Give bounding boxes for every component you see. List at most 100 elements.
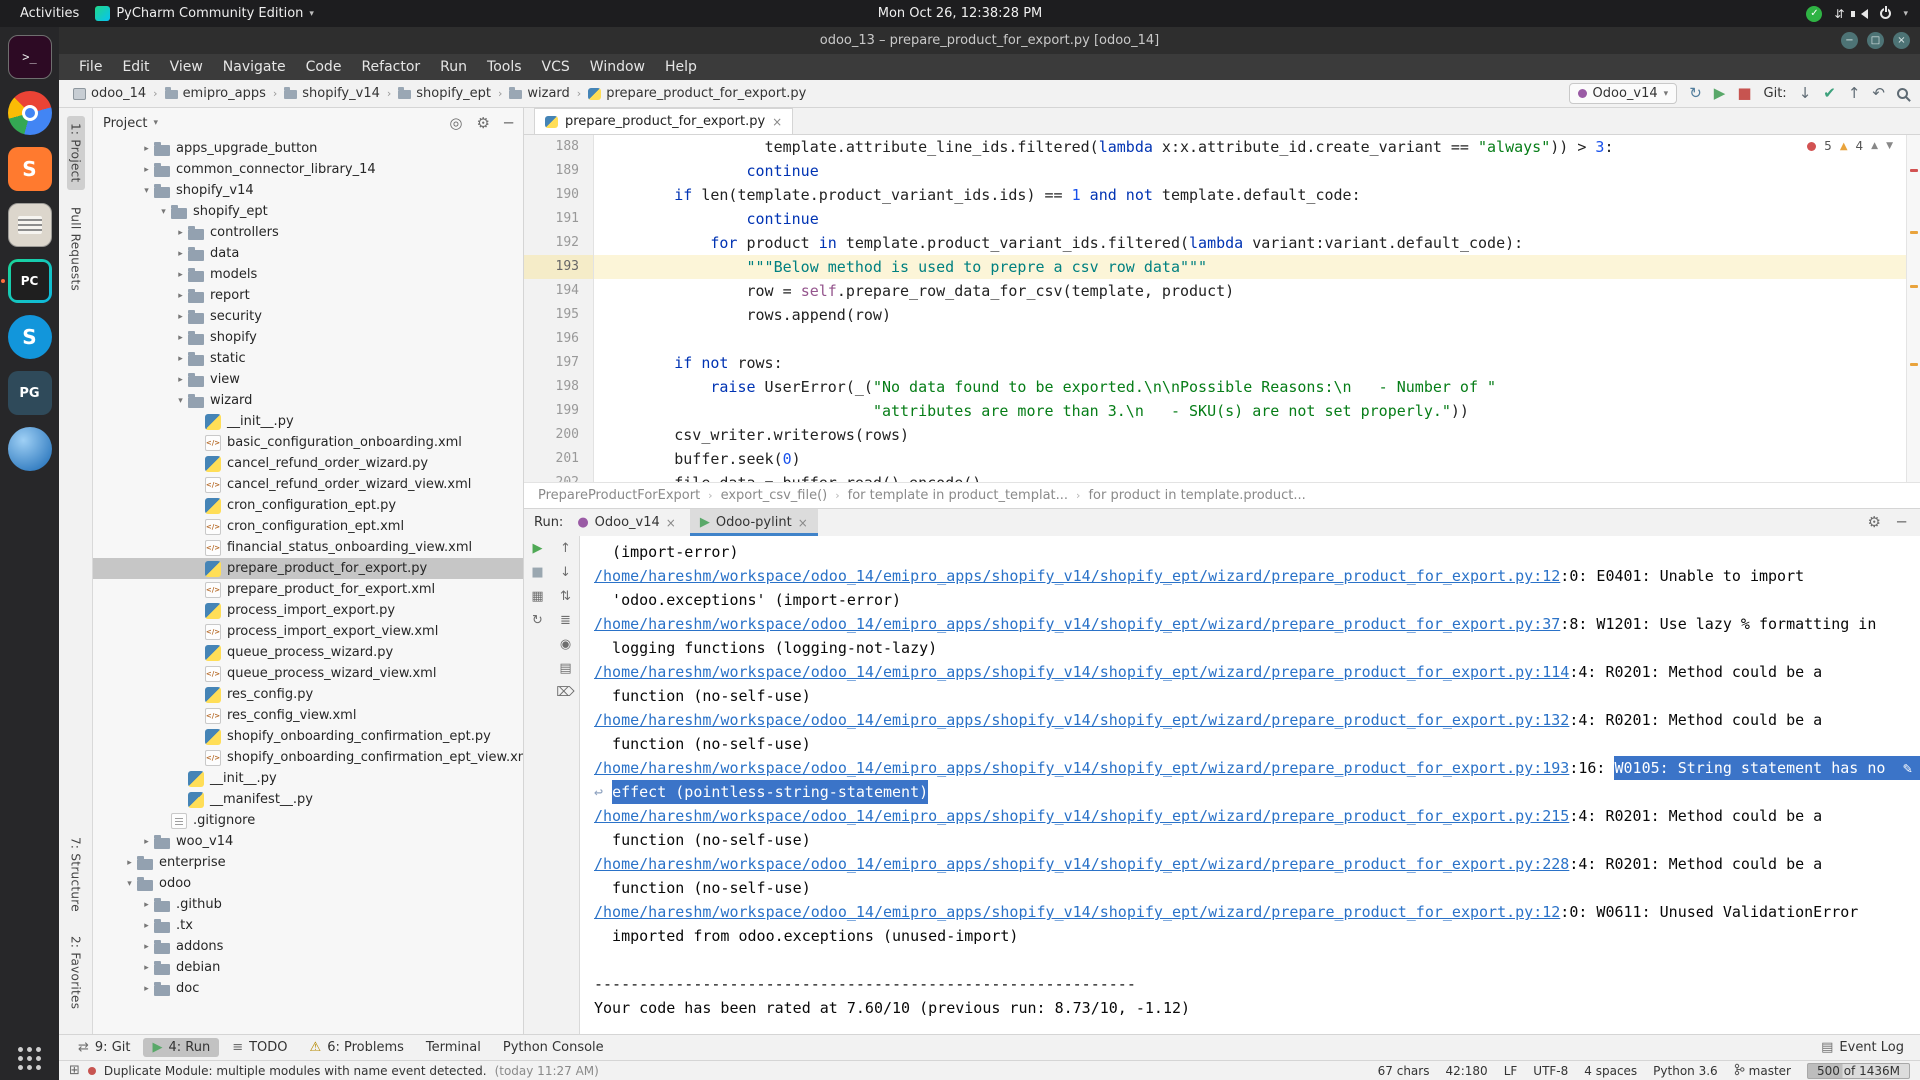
prev-error-icon[interactable]: ▲ — [1871, 141, 1878, 151]
chevron-collapsed-icon[interactable]: ▸ — [139, 984, 154, 994]
menu-tools[interactable]: Tools — [477, 59, 532, 75]
layout-icon[interactable]: ▦ — [531, 590, 543, 605]
tree-item[interactable]: ▸security — [93, 306, 523, 327]
pylint-run-icon[interactable]: ▶ — [700, 515, 710, 530]
interpreter[interactable]: Python 3.6 — [1653, 1064, 1718, 1078]
menu-file[interactable]: File — [69, 59, 112, 75]
stripe-pull-requests[interactable]: Pull Requests — [67, 200, 85, 298]
editor-breadcrumb-item[interactable]: PrepareProductForExport — [538, 488, 700, 503]
tree-item[interactable]: ▾odoo — [93, 873, 523, 894]
chevron-expanded-icon[interactable]: ▾ — [173, 396, 188, 406]
chevron-expanded-icon[interactable]: ▾ — [156, 207, 171, 217]
stripe-7-structure[interactable]: 7: Structure — [67, 830, 85, 919]
tree-item[interactable]: cancel_refund_order_wizard_view.xml — [93, 474, 523, 495]
tree-item[interactable]: shopify_onboarding_confirmation_ept_view… — [93, 747, 523, 768]
run-tab-icon[interactable]: ▶ — [152, 1040, 162, 1055]
menu-icon[interactable]: ≣ — [560, 614, 571, 629]
breadcrumb-item[interactable]: shopify_v14 — [282, 86, 382, 101]
toolbar-tab-terminal[interactable]: Terminal — [417, 1038, 490, 1057]
orange-app-icon[interactable]: S — [8, 147, 52, 191]
event-log-icon[interactable]: ▤ — [1821, 1040, 1833, 1055]
tree-item[interactable]: ▾shopify_ept — [93, 201, 523, 222]
app-menu[interactable]: PyCharm Community Edition ▾ — [87, 6, 322, 21]
run-config-selector[interactable]: Odoo_v14 ▾ — [1569, 83, 1678, 104]
swap-icon[interactable]: ⇅ — [560, 590, 571, 605]
console-link[interactable]: /home/hareshm/workspace/odoo_14/emipro_a… — [594, 708, 1569, 732]
update-icon[interactable]: ↓ — [1799, 86, 1812, 101]
editor-breadcrumb-item[interactable]: export_csv_file() — [721, 488, 828, 503]
menu-edit[interactable]: Edit — [112, 59, 159, 75]
check-badge-icon[interactable]: ✓ — [1806, 6, 1822, 22]
tray-chevron-icon[interactable]: ▾ — [1903, 9, 1908, 19]
memory-indicator[interactable]: 500 of 1436M — [1807, 1063, 1910, 1079]
console-output[interactable]: (import-error)/home/hareshm/workspace/od… — [580, 536, 1920, 1034]
todo-icon[interactable]: ≡ — [232, 1040, 243, 1055]
chevron-collapsed-icon[interactable]: ▸ — [139, 165, 154, 175]
clear-icon[interactable]: ⌦ — [556, 686, 574, 701]
project-panel-title[interactable]: Project — [103, 116, 147, 131]
tree-item[interactable]: ▸addons — [93, 936, 523, 957]
chevron-collapsed-icon[interactable]: ▸ — [173, 375, 188, 385]
tree-item[interactable]: basic_configuration_onboarding.xml — [93, 432, 523, 453]
pin-icon[interactable]: ◉ — [560, 638, 571, 653]
locate-icon[interactable]: ◎ — [449, 116, 462, 131]
menu-help[interactable]: Help — [655, 59, 707, 75]
run-tab-odoo-pylint[interactable]: ▶Odoo-pylint× — [690, 509, 818, 536]
stripe-2-favorites[interactable]: 2: Favorites — [67, 929, 85, 1016]
toolbar-tab-todo[interactable]: ≡TODO — [223, 1038, 296, 1057]
console-link[interactable]: /home/hareshm/workspace/odoo_14/emipro_a… — [594, 564, 1560, 588]
activities-button[interactable]: Activities — [12, 6, 87, 21]
pycharm-icon[interactable]: PC — [8, 259, 52, 303]
tree-item[interactable]: ▸apps_upgrade_button — [93, 138, 523, 159]
tree-item[interactable]: process_import_export.py — [93, 600, 523, 621]
git-branch[interactable]: master — [1734, 1063, 1791, 1079]
chevron-collapsed-icon[interactable]: ▸ — [173, 333, 188, 343]
blue-app-icon[interactable] — [8, 427, 52, 471]
inspection-widget[interactable]: 5 ▲ 4 ▲ ▼ — [1802, 138, 1898, 154]
line-ending[interactable]: LF — [1504, 1064, 1518, 1078]
chevron-collapsed-icon[interactable]: ▸ — [139, 921, 154, 931]
caret-position[interactable]: 42:180 — [1445, 1064, 1487, 1078]
menu-navigate[interactable]: Navigate — [213, 59, 296, 75]
tree-item[interactable]: ▸report — [93, 285, 523, 306]
menu-run[interactable]: Run — [430, 59, 477, 75]
settings-icon[interactable]: ⚙ — [1868, 515, 1881, 530]
stripe-mark[interactable] — [1910, 363, 1918, 366]
toolbar-tab-python-console[interactable]: Python Console — [494, 1038, 613, 1057]
rerun-icon[interactable]: ▶ — [533, 542, 543, 557]
run-icon[interactable]: ▶ — [1714, 86, 1726, 101]
stripe-mark[interactable] — [1910, 285, 1918, 288]
history-icon[interactable]: ↻ — [532, 614, 543, 629]
rollback-icon[interactable]: ↶ — [1872, 86, 1885, 101]
tree-item[interactable]: cron_configuration_ept.xml — [93, 516, 523, 537]
power-icon[interactable] — [1880, 8, 1891, 19]
breadcrumb-item[interactable]: shopify_ept — [396, 86, 493, 101]
tree-item[interactable]: queue_process_wizard_view.xml — [93, 663, 523, 684]
stripe-1-project[interactable]: 1: Project — [67, 116, 85, 190]
chevron-collapsed-icon[interactable]: ▸ — [173, 249, 188, 259]
chevron-collapsed-icon[interactable]: ▸ — [173, 270, 188, 280]
tool-window-switcher-icon[interactable]: ⊞ — [69, 1063, 80, 1078]
chevron-collapsed-icon[interactable]: ▸ — [139, 900, 154, 910]
sync-icon[interactable]: ↻ — [1689, 86, 1702, 101]
error-stripe[interactable] — [1906, 135, 1920, 482]
close-icon[interactable]: × — [798, 516, 808, 530]
tree-item[interactable]: ▸enterprise — [93, 852, 523, 873]
network-icon[interactable]: ⇵ — [1834, 7, 1844, 21]
toolbar-tab-9-git[interactable]: ⇄9: Git — [69, 1038, 139, 1057]
clock[interactable]: Mon Oct 26, 12:38:28 PM — [878, 6, 1043, 21]
down-icon[interactable]: ↓ — [560, 566, 571, 581]
settings-icon[interactable]: ⚙ — [477, 116, 490, 131]
tree-item[interactable]: cron_configuration_ept.py — [93, 495, 523, 516]
menu-refactor[interactable]: Refactor — [351, 59, 430, 75]
tree-item[interactable]: ▸.tx — [93, 915, 523, 936]
search-everywhere-icon[interactable] — [1897, 88, 1908, 99]
menu-vcs[interactable]: VCS — [532, 59, 580, 75]
tree-item[interactable]: __manifest__.py — [93, 789, 523, 810]
commit-icon[interactable]: ✔ — [1823, 86, 1836, 101]
chevron-collapsed-icon[interactable]: ▸ — [173, 291, 188, 301]
event-log-button[interactable]: ▤Event Log — [1821, 1040, 1910, 1055]
tree-item[interactable]: prepare_product_for_export.xml — [93, 579, 523, 600]
chevron-collapsed-icon[interactable]: ▸ — [173, 228, 188, 238]
code-editor[interactable]: 188 template.attribute_line_ids.filtered… — [524, 135, 1920, 482]
